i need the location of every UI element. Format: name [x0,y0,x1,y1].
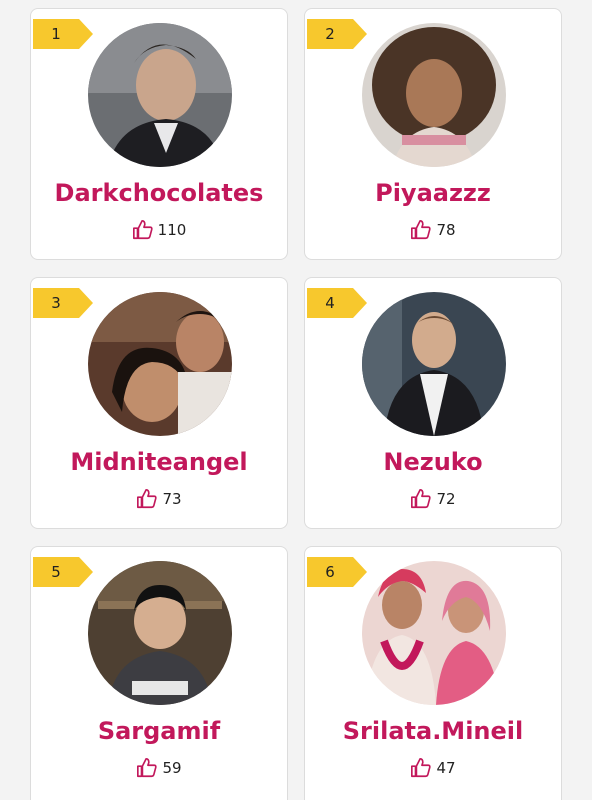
username[interactable]: Nezuko [305,448,561,476]
like-count-row: 59 [31,757,287,779]
like-count: 110 [157,221,187,239]
username[interactable]: Midniteangel [31,448,287,476]
rank-badge: 2 [307,19,367,49]
username[interactable]: Darkchocolates [31,179,287,207]
rank-number: 5 [51,563,61,581]
user-card[interactable]: 3 Midniteangel 73 [30,277,288,529]
user-card[interactable]: 5 Sargamif 59 [30,546,288,800]
leaderboard-grid: 1 Darkchocolates 110 2 Piyaazzz 78 3 Mid… [0,0,592,800]
username[interactable]: Srilata.Mineil [305,717,561,745]
like-count-row: 73 [31,488,287,510]
thumbs-up-icon[interactable] [410,488,432,510]
like-count: 59 [162,759,182,777]
thumbs-up-icon[interactable] [410,757,432,779]
rank-badge: 6 [307,557,367,587]
like-count-row: 110 [31,219,287,241]
thumbs-up-icon[interactable] [132,219,154,241]
avatar[interactable] [88,23,232,167]
rank-number: 1 [51,25,61,43]
avatar[interactable] [362,23,506,167]
like-count-row: 72 [305,488,561,510]
avatar[interactable] [362,292,506,436]
thumbs-up-icon[interactable] [410,219,432,241]
thumbs-up-icon[interactable] [136,757,158,779]
like-count: 73 [162,490,182,508]
avatar[interactable] [88,561,232,705]
like-count-row: 47 [305,757,561,779]
like-count: 78 [436,221,456,239]
avatar[interactable] [88,292,232,436]
rank-number: 6 [325,563,335,581]
like-count-row: 78 [305,219,561,241]
rank-badge: 4 [307,288,367,318]
rank-number: 3 [51,294,61,312]
like-count: 72 [436,490,456,508]
user-card[interactable]: 6 Srilata.Mineil 47 [304,546,562,800]
rank-number: 2 [325,25,335,43]
rank-badge: 3 [33,288,93,318]
user-card[interactable]: 4 Nezuko 72 [304,277,562,529]
user-card[interactable]: 2 Piyaazzz 78 [304,8,562,260]
like-count: 47 [436,759,456,777]
thumbs-up-icon[interactable] [136,488,158,510]
rank-badge: 1 [33,19,93,49]
rank-number: 4 [325,294,335,312]
user-card[interactable]: 1 Darkchocolates 110 [30,8,288,260]
rank-badge: 5 [33,557,93,587]
username[interactable]: Piyaazzz [305,179,561,207]
avatar[interactable] [362,561,506,705]
username[interactable]: Sargamif [31,717,287,745]
